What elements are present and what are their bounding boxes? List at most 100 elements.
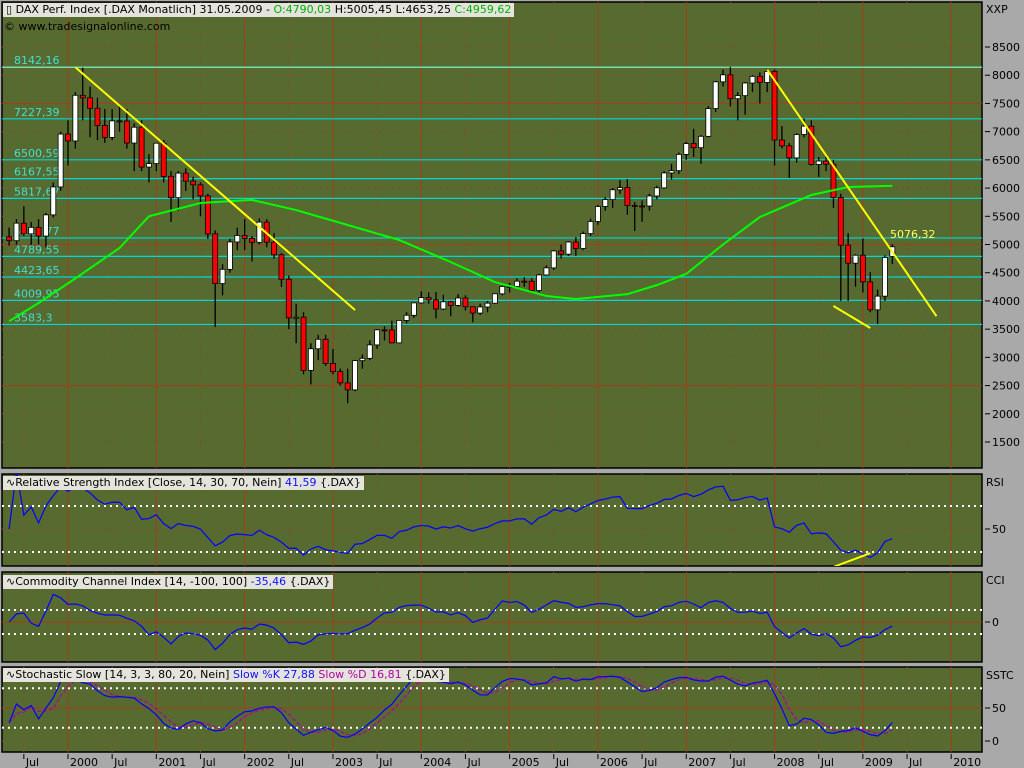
time-axis-label: 2004	[423, 756, 451, 768]
price-axis-label: 1500	[992, 436, 1020, 449]
candle-body	[595, 206, 601, 222]
cci-header: ∿Commodity Channel Index [14, -100, 100]…	[3, 575, 334, 589]
candle-body	[727, 74, 734, 100]
price-axis-label: 5500	[992, 210, 1020, 223]
candle-body	[234, 235, 241, 243]
rsi-name: Relative Strength Index [Close, 14, 30, …	[15, 476, 282, 489]
candle-body	[859, 254, 866, 283]
candle-body	[690, 143, 697, 149]
candle-body	[87, 97, 93, 109]
candle-body	[779, 139, 785, 147]
candle-body	[315, 338, 322, 350]
candle-body	[109, 120, 116, 138]
candle-body	[396, 320, 403, 344]
candle-body	[197, 184, 204, 197]
candle-body	[57, 133, 64, 188]
indicator-axis-label: 50	[992, 702, 1006, 715]
price-axis-label: 3500	[992, 323, 1020, 336]
candle-body	[499, 286, 506, 295]
copyright-text: © www.tradesignalonline.com	[4, 20, 171, 33]
time-axis-label: Jul	[466, 756, 480, 768]
price-axis-label: 6000	[992, 182, 1020, 195]
candle-body	[146, 163, 152, 168]
stochastic-header: ∿Stochastic Slow [14, 3, 3, 80, 20, Nein…	[3, 668, 449, 682]
indicator-axis-title: SSTC	[986, 669, 1014, 682]
candle-body	[72, 94, 79, 142]
candle-body	[101, 125, 108, 138]
candle-body	[756, 75, 763, 83]
candle-body	[359, 357, 366, 362]
rsi-symbol: {.DAX}	[319, 476, 361, 489]
indicator-axis-label: 0	[992, 735, 999, 748]
candle-body	[285, 278, 292, 319]
candle-body	[447, 301, 454, 306]
chart-title-icon: ▯	[6, 3, 13, 16]
price-panel	[1, 1, 983, 469]
level-label: 4423,65	[14, 264, 60, 277]
cci-value: -35,46	[250, 575, 287, 588]
candle-body	[278, 254, 285, 280]
candle-body	[469, 306, 476, 314]
candle-body	[815, 160, 822, 165]
candle-body	[602, 199, 609, 207]
candle-body	[182, 172, 189, 182]
cci-symbol: {.DAX}	[289, 575, 331, 588]
candle-body	[366, 344, 373, 359]
candle-body	[65, 133, 71, 142]
candle-body	[153, 142, 160, 164]
candle-body	[94, 107, 101, 126]
cci-name: Commodity Channel Index [14, -100, 100]	[15, 575, 248, 588]
candle-body	[698, 135, 704, 149]
candle-body	[491, 293, 498, 304]
candle-body	[249, 238, 255, 243]
candle-body	[6, 236, 13, 242]
price-axis-label: 8000	[992, 69, 1020, 82]
close-value: C:4959,62	[454, 3, 512, 16]
time-axis-label: Jul	[731, 756, 745, 768]
candle-body	[131, 126, 138, 144]
price-axis-label: 5000	[992, 239, 1020, 252]
time-axis-label: 2006	[600, 756, 628, 768]
candle-body	[433, 299, 439, 310]
level-label: 8142,16	[14, 54, 60, 67]
chart-title: DAX Perf. Index [.DAX Monatlich] 31.05.2…	[15, 3, 271, 16]
candle-body	[528, 280, 535, 291]
stochastic-name: Stochastic Slow [14, 3, 3, 80, 20, Nein]	[15, 668, 230, 681]
candle-body	[300, 316, 307, 371]
candle-body	[352, 360, 358, 391]
candle-body	[190, 180, 197, 186]
level-label: 6167,55	[14, 166, 60, 179]
level-label: 6500,59	[14, 147, 60, 160]
time-axis-label: 2001	[158, 756, 186, 768]
candle-body	[381, 329, 388, 332]
time-axis-label: Jul	[201, 756, 215, 768]
indicator-axis-title: RSI	[986, 476, 1004, 489]
indicator-axis-label: 50	[992, 523, 1006, 536]
low-value: L:4653,25	[395, 3, 451, 16]
stochastic-d-value: Slow %D 16,81	[318, 668, 402, 681]
candle-body	[271, 241, 277, 256]
candle-body	[793, 134, 800, 159]
candle-body	[337, 371, 344, 384]
candle-body	[543, 267, 550, 276]
rsi-value: 41,59	[284, 476, 317, 489]
candle-body	[624, 187, 631, 206]
candle-body	[653, 187, 660, 197]
candle-body	[845, 244, 852, 264]
price-axis-label: 4500	[992, 267, 1020, 280]
time-axis-label: 2009	[865, 756, 893, 768]
time-axis-label: Jul	[25, 756, 39, 768]
candle-body	[514, 280, 520, 287]
indicator-icon: ∿	[6, 575, 16, 588]
time-axis-label: 2008	[777, 756, 805, 768]
candle-body	[786, 145, 793, 159]
time-axis-label: Jul	[113, 756, 127, 768]
candle-body	[241, 235, 248, 239]
trading-chart[interactable]: 8142,167227,396500,596167,555817,675116,…	[0, 0, 1024, 768]
candle-body	[388, 329, 395, 344]
candle-body	[837, 197, 844, 246]
candle-body	[227, 241, 233, 270]
candle-body	[617, 187, 623, 191]
indicator-icon: ∿	[6, 668, 16, 681]
time-axis-label: Jul	[290, 756, 304, 768]
